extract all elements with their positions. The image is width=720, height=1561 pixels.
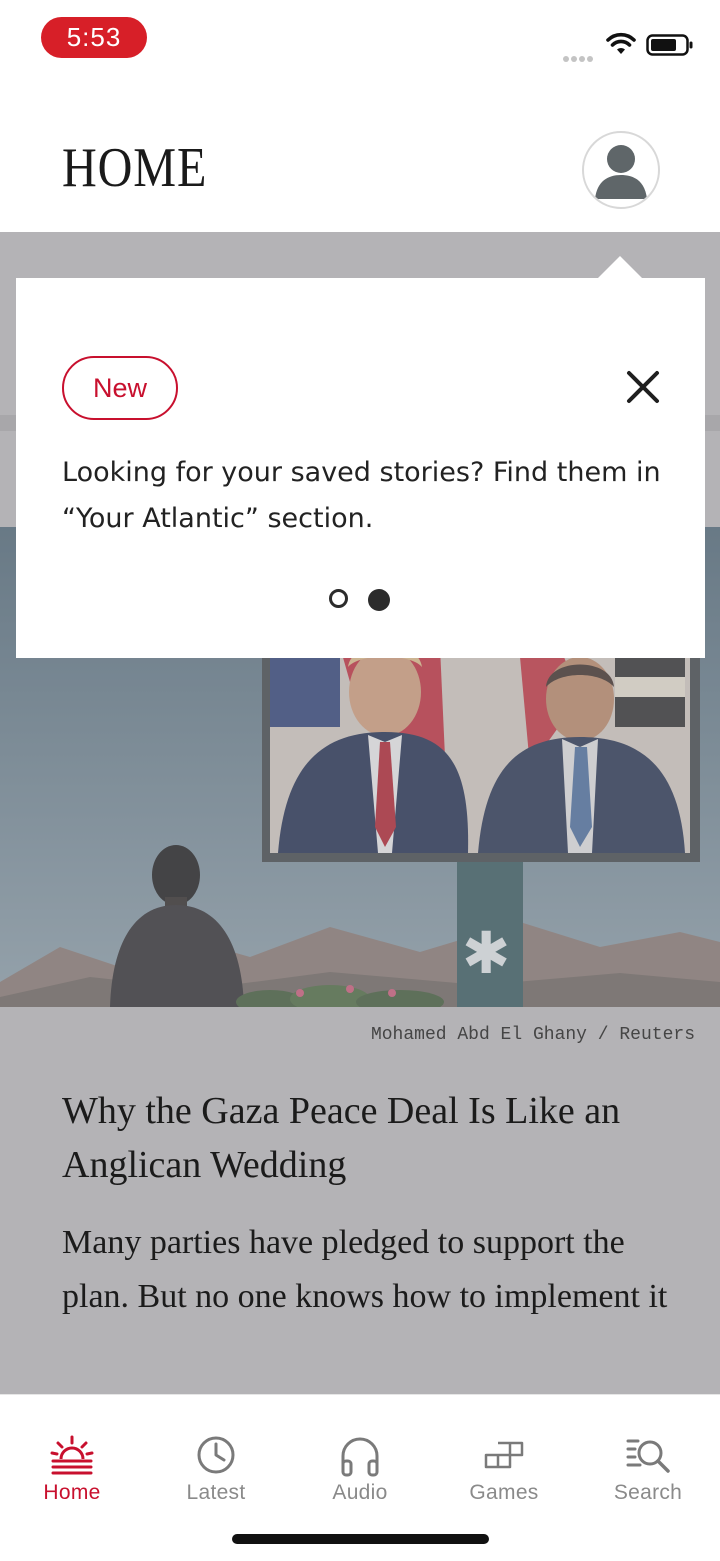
tab-latest-label: Latest — [186, 1481, 246, 1504]
wifi-icon — [606, 32, 636, 54]
page-header: HOME — [0, 80, 720, 232]
close-button[interactable] — [620, 364, 666, 410]
photo-credit: Mohamed Abd El Ghany / Reuters — [370, 1025, 695, 1045]
tooltip-message: Looking for your saved stories? Find the… — [62, 457, 661, 534]
profile-avatar-button[interactable] — [582, 131, 660, 209]
status-bar: 5:53 — [0, 0, 720, 80]
user-icon — [595, 145, 647, 199]
pager-dot-1[interactable] — [329, 589, 348, 608]
article-headline[interactable]: Why the Gaza Peace Deal Is Like an Angli… — [62, 1084, 682, 1192]
home-sunrise-icon — [50, 1435, 94, 1475]
close-icon — [627, 371, 659, 403]
headphones-icon — [341, 1437, 379, 1477]
tab-games-label: Games — [469, 1481, 539, 1504]
clock-icon — [197, 1436, 235, 1474]
home-indicator[interactable] — [232, 1534, 489, 1544]
new-badge: New — [62, 356, 178, 420]
search-list-icon — [626, 1439, 670, 1473]
pager-dot-2[interactable] — [368, 589, 390, 611]
tooltip-pointer — [598, 256, 642, 278]
puzzle-grid-icon — [484, 1441, 524, 1469]
tab-audio-label: Audio — [332, 1481, 388, 1504]
tab-search[interactable]: Search — [576, 1431, 720, 1521]
tab-search-label: Search — [613, 1481, 683, 1504]
page-title: HOME — [62, 137, 208, 199]
status-time: 5:53 — [41, 17, 147, 58]
tab-home-label: Home — [43, 1481, 101, 1504]
tab-latest[interactable]: Latest — [144, 1431, 288, 1521]
tooltip-pager — [329, 589, 393, 613]
cellular-signal-icon — [563, 47, 599, 62]
tab-home[interactable]: Home — [0, 1431, 144, 1521]
saved-stories-tooltip: New Looking for your saved stories? Find… — [16, 278, 705, 658]
tab-audio[interactable]: Audio — [288, 1431, 432, 1521]
article-dek: Many parties have pledged to support the… — [62, 1224, 668, 1315]
tab-games[interactable]: Games — [432, 1431, 576, 1521]
battery-icon — [646, 34, 693, 56]
